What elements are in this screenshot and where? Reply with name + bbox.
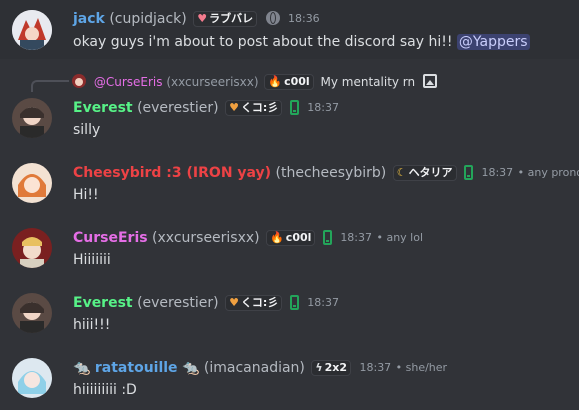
message-text: okay guys i'm about to post about the di… (73, 34, 453, 50)
username: (cupidjack) (109, 11, 187, 27)
guild-tag-label: ラブバレ (209, 12, 254, 25)
reply-preview[interactable]: @CurseEris (xxcurseerisxx) 🔥 c00l My ment… (72, 74, 437, 90)
reply-guild-tag: 🔥 c00l (264, 74, 314, 90)
display-name[interactable]: Everest (73, 100, 133, 116)
username: (everestier) (137, 295, 219, 311)
timestamp[interactable]: 18:36 (288, 12, 320, 25)
avatar[interactable] (12, 228, 52, 268)
flame-icon: 🔥 (268, 75, 283, 88)
message-content: Hiiiiiii (73, 252, 111, 268)
flame-icon: 🔥 (270, 231, 284, 244)
reply-author[interactable]: @CurseEris (94, 75, 163, 89)
guild-tag-label: くコ:彡 (240, 101, 279, 114)
heart-icon: ♥ (229, 296, 239, 309)
mobile-icon (289, 100, 299, 115)
pronouns: • she/her (395, 361, 448, 374)
reply-connector (31, 80, 69, 92)
display-name[interactable]: Cheesybird :3 (IRON yay) (73, 165, 271, 181)
display-name[interactable]: jack (73, 11, 105, 27)
rat-icon: 🐀 (73, 360, 91, 376)
display-name[interactable]: CurseEris (73, 230, 148, 246)
pronouns: • any lol (376, 231, 424, 244)
guild-tag[interactable]: ☾ ヘタリア (392, 165, 457, 181)
guild-tag-label: くコ:彡 (240, 296, 279, 309)
avatar[interactable] (12, 10, 52, 50)
avatar[interactable] (12, 98, 52, 138)
mobile-icon (289, 295, 299, 310)
guild-tag-label: c00l (285, 231, 312, 244)
avatar[interactable] (12, 358, 52, 398)
timestamp[interactable]: 18:37 (307, 101, 339, 114)
message-header: Everest (everestier) ♥ くコ:彡 18:37 (73, 294, 339, 312)
message-header: 🐀 ratatouille 🐀 (imacanadian) ϟ 2x2 18:37… (73, 359, 447, 377)
message-content: silly (73, 122, 101, 138)
mobile-icon (464, 165, 474, 180)
reply-text: My mentality rn (320, 75, 416, 89)
reply-username: (xxcurseerisxx) (166, 75, 259, 89)
guild-tag[interactable]: 🔥 c00l (266, 230, 316, 246)
guild-tag-label: ヘタリア (408, 166, 453, 179)
reply-avatar (72, 74, 86, 88)
image-icon (422, 74, 437, 88)
timestamp[interactable]: 18:37 (359, 361, 391, 374)
moon-icon: ☾ (396, 166, 407, 179)
timestamp[interactable]: 18:37 (307, 296, 339, 309)
guild-tag[interactable]: ♥ くコ:彡 (225, 295, 283, 311)
username: (imacanadian) (203, 360, 305, 376)
display-name[interactable]: ratatouille (95, 360, 178, 376)
avatar[interactable] (12, 163, 52, 203)
display-name[interactable]: Everest (73, 295, 133, 311)
globe-icon (265, 11, 280, 25)
message-content: hiii!!! (73, 317, 111, 333)
message-header: Everest (everestier) ♥ くコ:彡 18:37 (73, 99, 339, 117)
lightning-icon: ϟ (315, 361, 323, 374)
guild-tag[interactable]: ♥ ラブバレ (193, 11, 258, 27)
rat-icon: 🐀 (182, 360, 200, 376)
role-mention[interactable]: @Yappers (456, 34, 530, 50)
guild-tag[interactable]: ϟ 2x2 (311, 360, 352, 376)
timestamp[interactable]: 18:37 (340, 231, 372, 244)
pronouns: • any pronouns (517, 166, 579, 179)
mobile-icon (322, 230, 332, 245)
message-header: jack (cupidjack) ♥ ラブバレ 18:36 (73, 10, 320, 28)
heart-icon: ♥ (197, 12, 208, 25)
timestamp[interactable]: 18:37 (481, 166, 513, 179)
guild-tag-label: 2x2 (324, 361, 348, 374)
guild-tag[interactable]: ♥ くコ:彡 (225, 100, 283, 116)
heart-icon: ♥ (229, 101, 239, 114)
message-header: CurseEris (xxcurseerisxx) 🔥 c00l 18:37 • … (73, 229, 423, 247)
username: (xxcurseerisxx) (152, 230, 260, 246)
username: (everestier) (137, 100, 219, 116)
reply-guild-tag-label: c00l (284, 75, 310, 88)
message-content: hiiiiiiiii :D (73, 382, 137, 398)
message-content: Hi!! (73, 187, 99, 203)
avatar[interactable] (12, 293, 52, 333)
username: (thecheesybirb) (275, 165, 387, 181)
message-content: okay guys i'm about to post about the di… (73, 32, 530, 52)
message-header: Cheesybird :3 (IRON yay) (thecheesybirb)… (73, 164, 579, 182)
